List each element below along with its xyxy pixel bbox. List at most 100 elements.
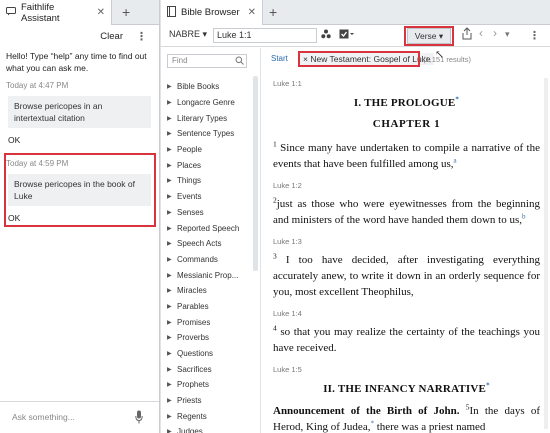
- expand-arrow-icon[interactable]: ▶: [167, 350, 177, 357]
- expand-arrow-icon[interactable]: ▶: [167, 146, 177, 153]
- sidebar-scrollbar[interactable]: [253, 76, 258, 271]
- close-icon[interactable]: ✕: [248, 7, 256, 18]
- expand-arrow-icon[interactable]: ▶: [167, 381, 177, 388]
- facet-label: Bible Books: [177, 82, 220, 92]
- footnote-marker[interactable]: *: [455, 95, 459, 103]
- expand-arrow-icon[interactable]: ▶: [167, 287, 177, 294]
- expand-arrow-icon[interactable]: ▶: [167, 366, 177, 373]
- expand-arrow-icon[interactable]: ▶: [167, 177, 177, 184]
- verse-4: 4 so that you may realize the certainty …: [273, 323, 541, 354]
- facet-label: Judges: [177, 427, 203, 433]
- facet-item[interactable]: ▶ Senses: [167, 205, 239, 221]
- expand-arrow-icon[interactable]: ▶: [167, 272, 177, 279]
- facet-item[interactable]: ▶ Messianic Prop...: [167, 267, 239, 283]
- reference-input[interactable]: Luke 1:1: [213, 28, 317, 43]
- facet-label: Prophets: [177, 380, 210, 390]
- assistant-panel: Faithlife Assistant ✕ + Clear ⋮ Hello! T…: [0, 0, 160, 433]
- verse-5: Announcement of the Birth of John. 5In t…: [273, 402, 541, 433]
- facet-item[interactable]: ▶ Events: [167, 189, 239, 205]
- share-icon[interactable]: [461, 27, 473, 42]
- expand-arrow-icon[interactable]: ▶: [167, 397, 177, 404]
- expand-arrow-icon[interactable]: ▶: [167, 115, 177, 122]
- close-icon[interactable]: ✕: [97, 7, 105, 18]
- more-options-icon[interactable]: ⋮: [136, 30, 147, 43]
- facet-item[interactable]: ▶ Prophets: [167, 377, 239, 393]
- expand-arrow-icon[interactable]: ▶: [167, 413, 177, 420]
- tab-bible-browser[interactable]: Bible Browser ✕: [161, 0, 263, 25]
- facet-item[interactable]: ▶ Reported Speech: [167, 220, 239, 236]
- clear-button[interactable]: Clear: [100, 31, 123, 42]
- history-dropdown-icon[interactable]: ▾: [505, 29, 510, 40]
- facet-item[interactable]: ▶ Regents: [167, 408, 239, 424]
- facet-item[interactable]: ▶ Miracles: [167, 283, 239, 299]
- ask-bar[interactable]: Ask something...: [0, 401, 159, 433]
- visual-filter-icon[interactable]: [321, 29, 331, 41]
- highlight-box: [4, 153, 156, 227]
- breadcrumb-start[interactable]: Start: [271, 54, 288, 63]
- footnote-marker[interactable]: a: [454, 156, 457, 164]
- expand-arrow-icon[interactable]: ▶: [167, 240, 177, 247]
- facet-item[interactable]: ▶ Questions: [167, 346, 239, 362]
- assistant-tabbar: Faithlife Assistant ✕ +: [0, 0, 159, 25]
- verse-reference[interactable]: Luke 1:5: [273, 362, 540, 378]
- tab-faithlife-assistant[interactable]: Faithlife Assistant ✕: [0, 0, 112, 25]
- expand-arrow-icon[interactable]: ▶: [167, 428, 177, 433]
- section-heading: I. THE PROLOGUE*: [353, 95, 460, 109]
- checkbox-menu-icon[interactable]: [339, 29, 355, 41]
- verse-reference[interactable]: Luke 1:1: [273, 76, 540, 92]
- facet-item[interactable]: ▶ Commands: [167, 252, 239, 268]
- expand-arrow-icon[interactable]: ▶: [167, 162, 177, 169]
- highlight-box: [298, 51, 420, 67]
- expand-arrow-icon[interactable]: ▶: [167, 334, 177, 341]
- expand-arrow-icon[interactable]: ▶: [167, 303, 177, 310]
- bible-browser-panel: Bible Browser ✕ + NABRE ▾ Luke 1:1 Verse…: [161, 0, 550, 433]
- facet-item[interactable]: ▶ Judges: [167, 424, 239, 433]
- timestamp: Today at 4:47 PM: [6, 81, 69, 90]
- expand-arrow-icon[interactable]: ▶: [167, 256, 177, 263]
- add-tab-icon[interactable]: +: [122, 4, 130, 20]
- ask-input[interactable]: Ask something...: [12, 412, 75, 422]
- highlight-box: [404, 26, 454, 46]
- facet-item[interactable]: ▶ People: [167, 142, 239, 158]
- facet-item[interactable]: ▶ Sentence Types: [167, 126, 239, 142]
- footnote-marker[interactable]: *: [370, 419, 374, 427]
- facet-item[interactable]: ▶ Priests: [167, 393, 239, 409]
- more-options-icon[interactable]: ⋮: [529, 29, 540, 42]
- facet-label: Miracles: [177, 286, 207, 296]
- footnote-marker[interactable]: b: [522, 212, 526, 220]
- expand-arrow-icon[interactable]: ▶: [167, 209, 177, 216]
- facet-label: Messianic Prop...: [177, 270, 239, 280]
- forward-icon[interactable]: ›: [493, 26, 497, 40]
- facet-item[interactable]: ▶ Parables: [167, 299, 239, 315]
- chapter-heading: CHAPTER 1: [372, 118, 441, 130]
- facet-item[interactable]: ▶ Bible Books: [167, 79, 239, 95]
- version-dropdown[interactable]: NABRE ▾: [169, 29, 207, 40]
- expand-arrow-icon[interactable]: ▶: [167, 319, 177, 326]
- facet-label: Places: [177, 160, 202, 170]
- facet-item[interactable]: ▶ Proverbs: [167, 330, 239, 346]
- back-icon[interactable]: ‹: [479, 26, 483, 40]
- facet-item[interactable]: ▶ Promises: [167, 314, 239, 330]
- facet-item[interactable]: ▶ Longacre Genre: [167, 95, 239, 111]
- facet-item[interactable]: ▶ Places: [167, 157, 239, 173]
- verse-number: 3: [273, 251, 277, 261]
- expand-arrow-icon[interactable]: ▶: [167, 193, 177, 200]
- verse-reference[interactable]: Luke 1:2: [273, 178, 540, 194]
- footnote-marker[interactable]: *: [486, 381, 490, 389]
- facet-item[interactable]: ▶ Things: [167, 173, 239, 189]
- verse-reference[interactable]: Luke 1:3: [273, 234, 540, 250]
- facet-item[interactable]: ▶ Literary Types: [167, 110, 239, 126]
- assistant-reply: OK: [8, 135, 21, 145]
- expand-arrow-icon[interactable]: ▶: [167, 225, 177, 232]
- expand-arrow-icon[interactable]: ▶: [167, 83, 177, 90]
- facet-item[interactable]: ▶ Sacrifices: [167, 361, 239, 377]
- passage-scrollbar[interactable]: [544, 78, 548, 429]
- expand-arrow-icon[interactable]: ▶: [167, 130, 177, 137]
- verse-reference[interactable]: Luke 1:4: [273, 306, 540, 322]
- user-query[interactable]: Browse pericopes in an intertextual cita…: [8, 96, 151, 128]
- find-input[interactable]: Find: [167, 54, 247, 68]
- add-tab-icon[interactable]: +: [269, 4, 277, 20]
- expand-arrow-icon[interactable]: ▶: [167, 99, 177, 106]
- facet-item[interactable]: ▶ Speech Acts: [167, 236, 239, 252]
- microphone-icon[interactable]: [135, 410, 143, 424]
